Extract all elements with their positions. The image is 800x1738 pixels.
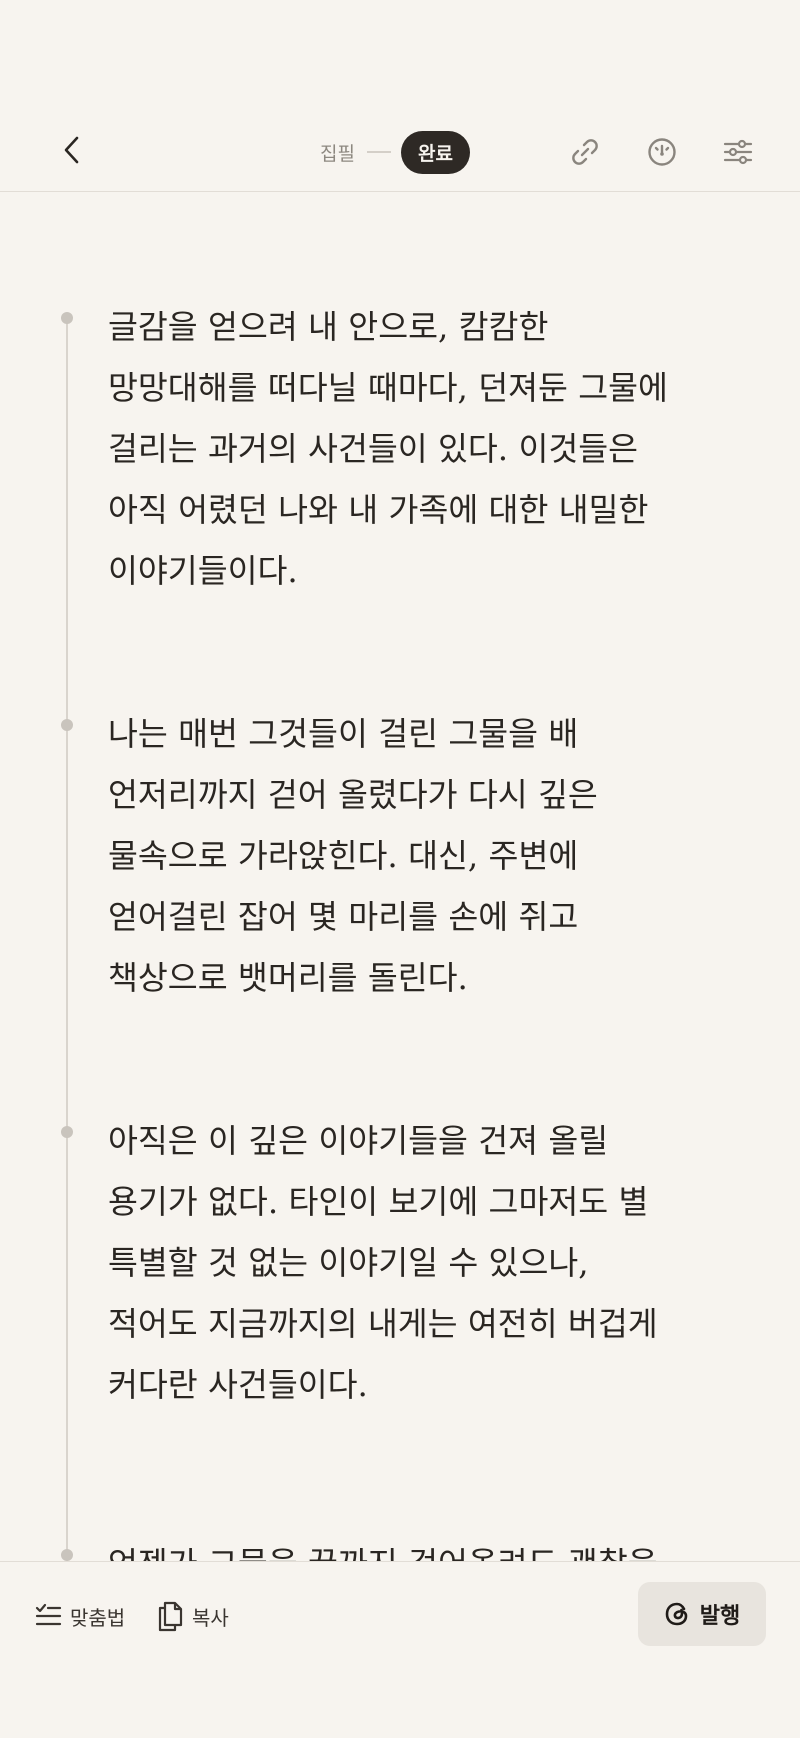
paragraph-block[interactable]: 언젠가 그물을 끝까지 걷어올려도 괜찮을, xyxy=(61,1534,748,1561)
gauge-icon xyxy=(648,138,676,166)
editor-content[interactable]: 글감을 얻으려 내 안으로, 캄캄한 망망대해를 떠다닐 때마다, 던져둔 그물… xyxy=(0,193,800,1561)
paragraph-marker xyxy=(61,1549,73,1561)
sliders-icon xyxy=(723,139,753,165)
paragraph-marker xyxy=(61,719,73,731)
settings-button[interactable] xyxy=(718,132,758,172)
copy-icon xyxy=(158,1601,183,1632)
threads-icon xyxy=(665,1602,688,1626)
text-line: 얻어걸린 잡어 몇 마리를 손에 쥐고 xyxy=(108,898,579,936)
text-line: 글감을 얻으려 내 안으로, 캄캄한 xyxy=(108,308,549,346)
timeline-line xyxy=(66,318,68,1561)
stats-button[interactable] xyxy=(642,132,682,172)
back-button[interactable] xyxy=(52,130,92,170)
link-icon xyxy=(572,139,598,165)
paragraph-block[interactable]: 아직은 이 깊은 이야기들을 건져 올릴 용기가 없다. 타인이 보기에 그마저… xyxy=(61,1111,748,1416)
text-line: 아직은 이 깊은 이야기들을 건져 올릴 xyxy=(108,1122,609,1160)
text-line: 걸리는 과거의 사건들이 있다. 이것들은 xyxy=(108,430,639,468)
editor-screen: 집필 완료 글감을 얻으려 내 안으로, 캄캄한 망망대해를 떠다닐 때마다, … xyxy=(0,0,800,1738)
status-done-pill[interactable]: 완료 xyxy=(400,130,470,174)
paragraph-marker xyxy=(61,312,73,324)
spellcheck-icon xyxy=(35,1603,62,1626)
status-draft-label[interactable]: 집필 xyxy=(320,139,355,166)
copy-button[interactable]: 복사 xyxy=(156,1594,229,1638)
text-line: 물속으로 가라앉힌다. 대신, 주변에 xyxy=(108,837,579,875)
paragraph-block[interactable]: 글감을 얻으려 내 안으로, 캄캄한 망망대해를 떠다닐 때마다, 던져둔 그물… xyxy=(61,297,748,602)
text-line: 적어도 지금까지의 내게는 여전히 버겁게 xyxy=(108,1305,658,1343)
text-line: 용기가 없다. 타인이 보기에 그마저도 별 xyxy=(108,1183,649,1221)
text-line: 망망대해를 떠다닐 때마다, 던져둔 그물에 xyxy=(108,369,668,407)
publish-button[interactable]: 발행 xyxy=(638,1582,766,1646)
paragraph-block[interactable]: 나는 매번 그것들이 걸린 그물을 배 언저리까지 걷어 올렸다가 다시 깊은 … xyxy=(61,704,748,1009)
text-line: 언저리까지 걷어 올렸다가 다시 깊은 xyxy=(108,776,598,814)
bottom-toolbar: 맞춤법 복사 발행 xyxy=(0,1561,800,1738)
link-button[interactable] xyxy=(565,132,605,172)
text-line: 책상으로 뱃머리를 돌린다. xyxy=(108,959,468,997)
text-line: 이야기들이다. xyxy=(108,552,298,590)
spellcheck-button[interactable]: 맞춤법 xyxy=(34,1594,125,1638)
spellcheck-label: 맞춤법 xyxy=(70,1605,126,1630)
status-divider xyxy=(366,151,391,153)
status-indicator: 집필 완료 xyxy=(320,130,470,174)
text-line: 나는 매번 그것들이 걸린 그물을 배 xyxy=(108,715,579,753)
text-line: 커다란 사건들이다. xyxy=(108,1366,368,1404)
chevron-left-icon xyxy=(64,136,79,164)
copy-label: 복사 xyxy=(192,1605,229,1630)
paragraph-marker xyxy=(61,1126,73,1138)
text-line: 아직 어렸던 나와 내 가족에 대한 내밀한 xyxy=(108,491,649,529)
text-line: 언젠가 그물을 끝까지 걷어올려도 괜찮을, xyxy=(108,1534,748,1561)
text-line: 특별할 것 없는 이야기일 수 있으나, xyxy=(108,1244,589,1282)
editor-header: 집필 완료 xyxy=(0,112,800,192)
publish-label: 발행 xyxy=(699,1604,741,1629)
